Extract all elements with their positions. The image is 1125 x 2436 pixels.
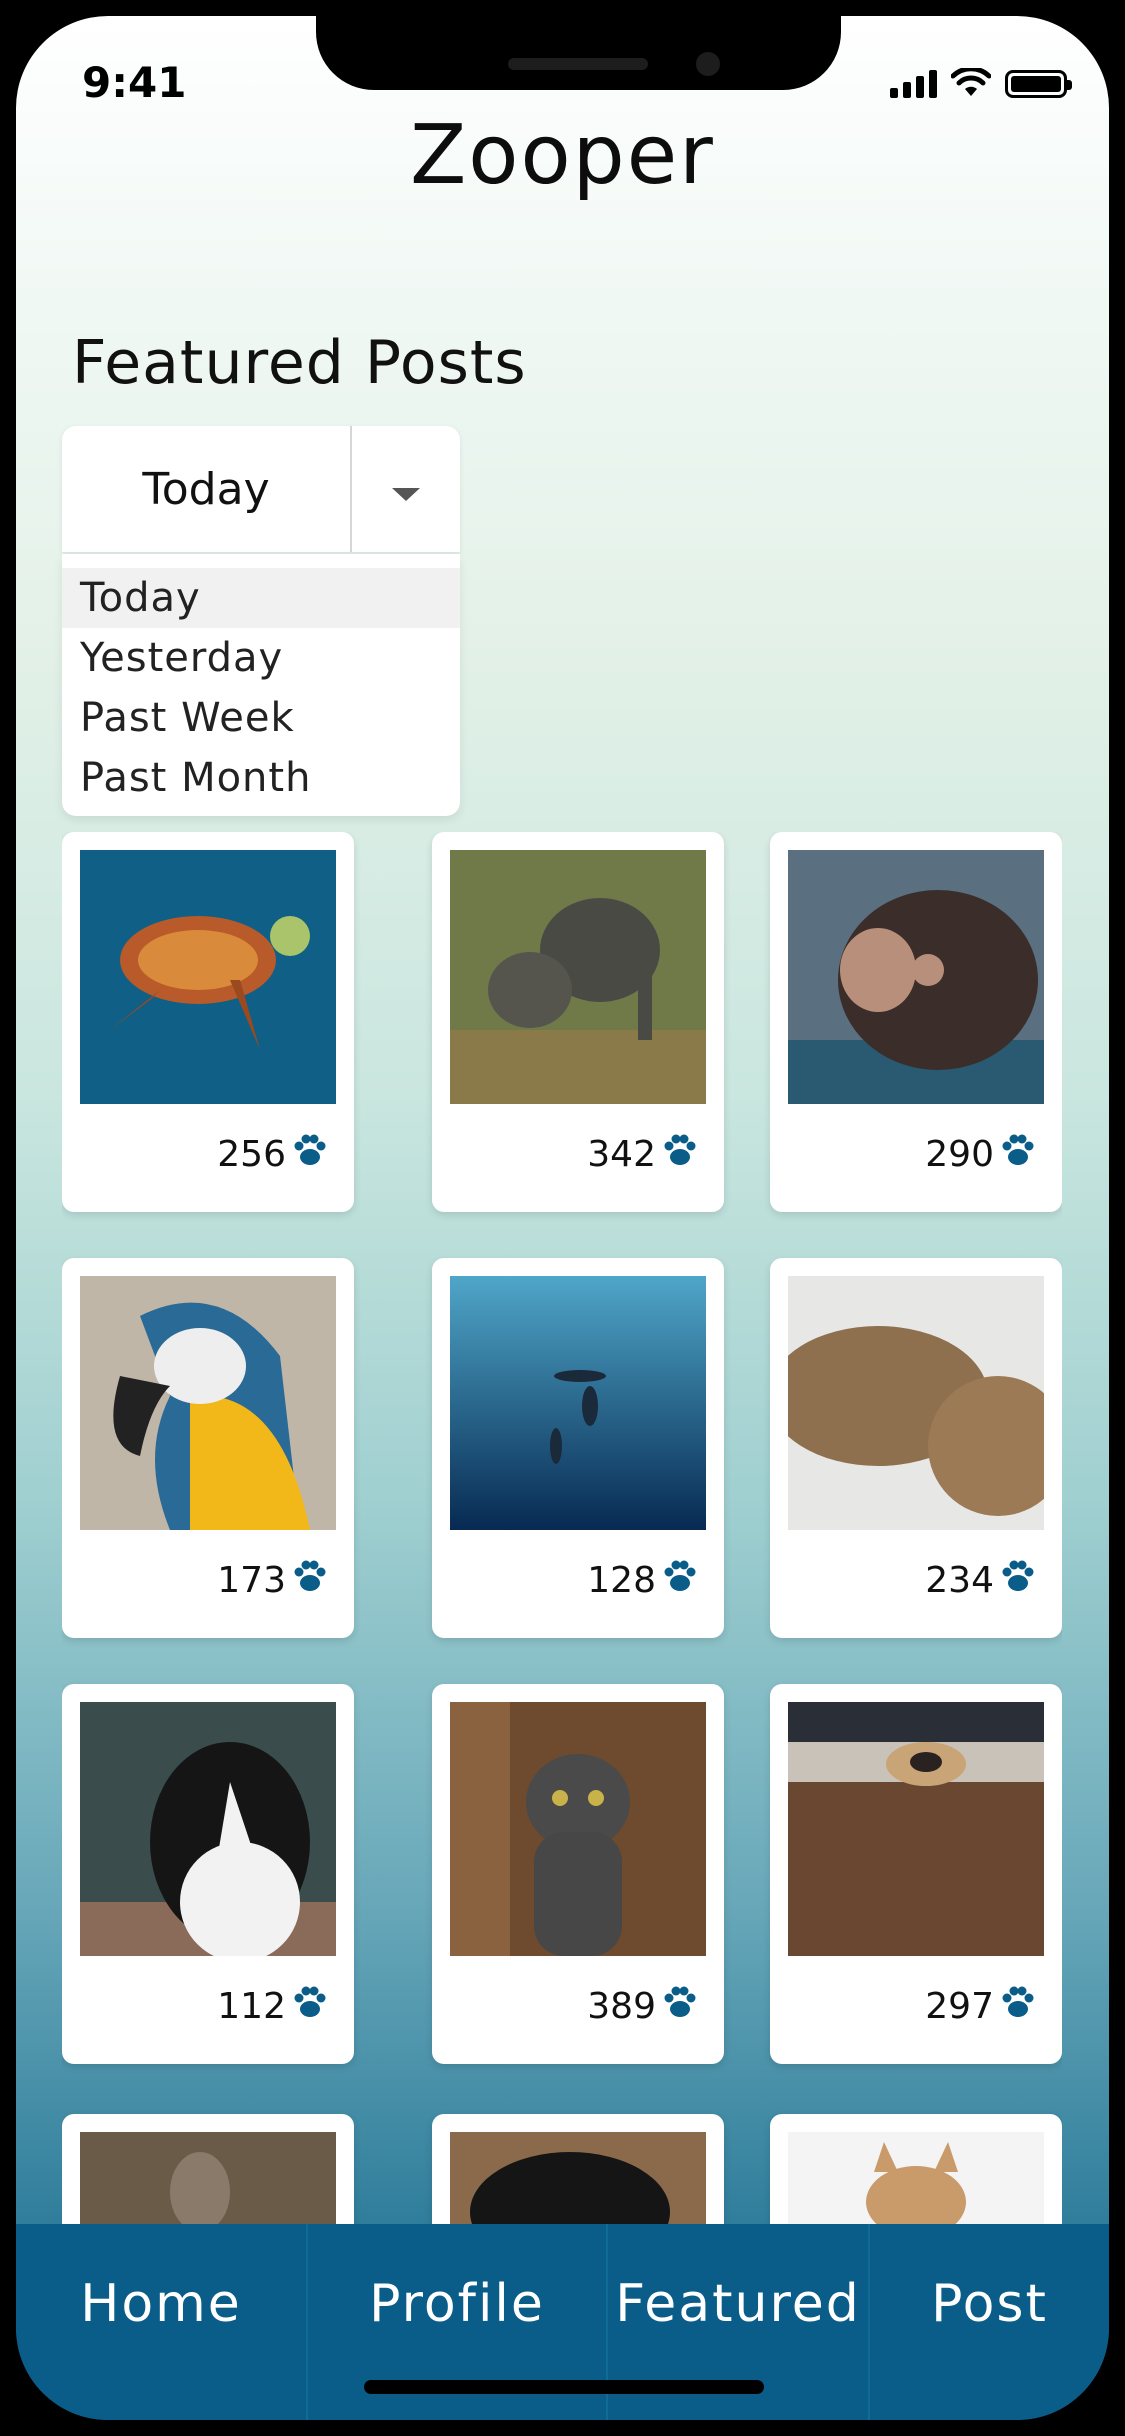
post-photo-turtle[interactable] [80, 850, 336, 1104]
like-count: 290 [925, 1134, 994, 1175]
dropdown-toggle[interactable] [352, 426, 460, 552]
option-past-week[interactable]: Past Week [62, 688, 460, 748]
post-card[interactable]: 297 [770, 1684, 1062, 2064]
wifi-icon [951, 68, 991, 96]
section-title: Featured Posts [72, 328, 527, 398]
paw-icon[interactable] [660, 1982, 700, 2022]
post-card[interactable]: 173 [62, 1258, 354, 1638]
nav-featured[interactable]: Featured [608, 2224, 868, 2384]
post-card[interactable]: 290 [770, 832, 1062, 1212]
dropdown-selected-value[interactable]: Today [62, 426, 352, 552]
post-card[interactable]: 128 [432, 1258, 724, 1638]
nav-profile[interactable]: Profile [308, 2224, 606, 2384]
post-card[interactable]: 342 [432, 832, 724, 1212]
post-photo-parrot[interactable] [80, 1276, 336, 1530]
post-card[interactable]: 256 [62, 832, 354, 1212]
post-photo-pug[interactable] [788, 1702, 1044, 1956]
like-count: 128 [587, 1560, 656, 1601]
like-count: 173 [217, 1560, 286, 1601]
option-past-month[interactable]: Past Month [62, 748, 460, 808]
post-card[interactable]: 389 [432, 1684, 724, 2064]
home-indicator[interactable] [364, 2380, 764, 2394]
post-photo-cat[interactable] [450, 1702, 706, 1956]
status-time: 9:41 [82, 58, 187, 107]
status-icons [890, 68, 1072, 98]
post-card[interactable]: 112 [62, 1684, 354, 2064]
post-photo-dolphins[interactable] [450, 1276, 706, 1530]
dropdown-options: Today Yesterday Past Week Past Month [62, 554, 460, 816]
post-photo-dog[interactable] [80, 1702, 336, 1956]
paw-icon[interactable] [290, 1130, 330, 1170]
chevron-down-icon [392, 487, 420, 501]
speaker [508, 58, 648, 70]
app-title: Zooper [410, 108, 715, 203]
paw-icon[interactable] [998, 1130, 1038, 1170]
nav-home[interactable]: Home [16, 2224, 306, 2384]
paw-icon[interactable] [290, 1982, 330, 2022]
like-count: 112 [217, 1986, 286, 2027]
like-count: 256 [217, 1134, 286, 1175]
option-yesterday[interactable]: Yesterday [62, 628, 460, 688]
post-grid: 256 342 290 173 128 234 112 389 297 [62, 832, 1062, 2252]
like-count: 342 [587, 1134, 656, 1175]
battery-icon [1005, 70, 1072, 98]
front-camera [696, 52, 720, 76]
paw-icon[interactable] [998, 1982, 1038, 2022]
like-count: 297 [925, 1986, 994, 2027]
date-filter-dropdown[interactable]: Today [62, 426, 460, 552]
post-photo-elephants[interactable] [450, 850, 706, 1104]
paw-icon[interactable] [660, 1556, 700, 1596]
post-card[interactable]: 234 [770, 1258, 1062, 1638]
paw-icon[interactable] [998, 1556, 1038, 1596]
like-count: 234 [925, 1560, 994, 1601]
paw-icon[interactable] [290, 1556, 330, 1596]
signal-icon [890, 70, 937, 98]
post-photo-sea-lions[interactable] [788, 1276, 1044, 1530]
paw-icon[interactable] [660, 1130, 700, 1170]
like-count: 389 [587, 1986, 656, 2027]
post-photo-monkey[interactable] [788, 850, 1044, 1104]
nav-post[interactable]: Post [870, 2224, 1109, 2384]
notch [316, 16, 841, 90]
phone-screen: 9:41 Zooper Featured Posts Today Today Y… [16, 16, 1109, 2420]
option-today[interactable]: Today [62, 568, 460, 628]
